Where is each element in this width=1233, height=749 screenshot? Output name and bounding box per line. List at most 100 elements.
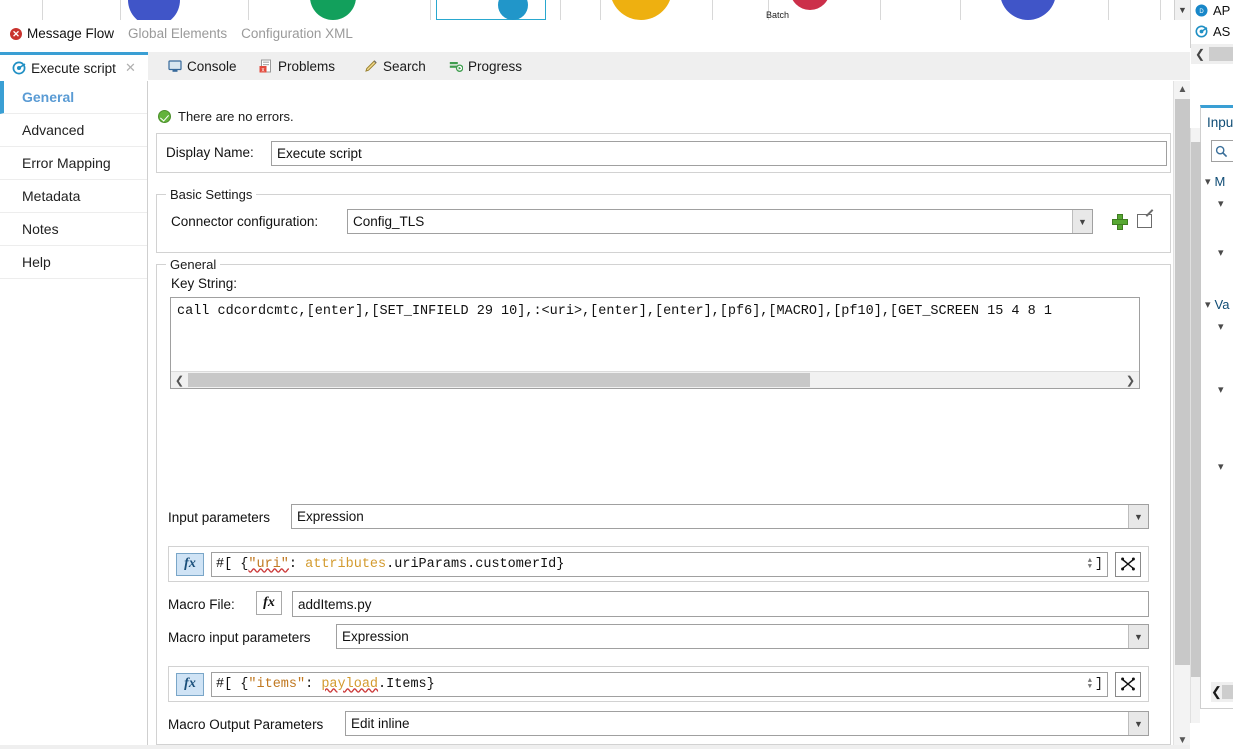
chevron-down-icon[interactable]: ▼ [1174,0,1190,20]
connector-configuration-label: Connector configuration: [171,214,319,229]
hscroll-track[interactable] [188,371,1122,388]
connector-icon [1195,25,1209,39]
scroll-left-icon[interactable]: ❮ [171,372,188,389]
chevron-down-icon[interactable]: ▾ [1218,246,1224,259]
error-handler-icon[interactable] [790,0,830,10]
scroll-up-icon[interactable]: ▲ [1174,81,1190,98]
macro-output-parameters-value: Edit inline [351,716,410,731]
canvas-lane-divider [120,0,121,20]
tab-message-flow-label: Message Flow [27,26,115,41]
chevron-down-icon[interactable]: ▼ [1128,625,1148,648]
connector-icon [12,61,26,75]
add-configuration-button[interactable] [1112,214,1128,230]
display-name-value: Execute script [277,146,362,161]
macro-input-parameters-select[interactable]: Expression ▼ [336,624,1149,649]
tab-execute-script[interactable]: Execute script ✕ [0,52,148,81]
macro-file-fx-button[interactable]: fx [256,591,282,615]
chevron-down-icon[interactable]: ▼ [1072,210,1092,233]
dock-collapse-track[interactable] [1209,47,1233,61]
basic-settings-group: Basic Settings Connector configuration: … [156,187,1171,253]
scroll-right-icon[interactable]: ❯ [1122,372,1139,389]
input-search-field[interactable] [1211,140,1233,162]
connector-configuration-select[interactable]: Config_TLS ▼ [347,209,1093,234]
flow-canvas-strip[interactable]: Batch ▼ [0,0,1190,20]
sidebar-item-error-mapping[interactable]: Error Mapping [0,147,147,180]
tab-configuration-xml[interactable]: Configuration XML [241,26,353,41]
tab-console[interactable]: Console [162,52,243,80]
dock-item-asset[interactable]: AS [1191,21,1233,42]
expression-stepper[interactable]: ▲ ▼ [1088,678,1092,691]
items-fx-toggle-button[interactable]: fx [176,672,204,696]
sidebar-item-advanced[interactable]: Advanced [0,114,147,147]
chevron-down-icon[interactable]: ▾ [1218,197,1224,210]
tab-progress-label: Progress [468,58,523,74]
sidebar-item-general[interactable]: General [0,81,147,114]
canvas-lane-divider [712,0,713,20]
sidebar-item-metadata[interactable]: Metadata [0,180,147,213]
sidebar-item-notes[interactable]: Notes [0,213,147,246]
tree-node-child-5[interactable]: ▾ [1218,460,1224,473]
items-datasense-button[interactable] [1115,671,1141,697]
general-group-title: General [166,257,221,272]
chevron-left-icon[interactable]: ❮ [1211,684,1222,700]
fx-label: fx [184,676,196,691]
close-icon[interactable]: ✕ [125,60,136,76]
tree-node-message[interactable]: ▾ M [1205,174,1225,189]
key-string-hscrollbar[interactable]: ❮ ❯ [171,371,1139,388]
tree-node-child-4[interactable]: ▾ [1218,383,1224,396]
tree-node-child-2[interactable]: ▾ [1218,246,1224,259]
expr-key: "items" [248,676,306,692]
uri-expression-input[interactable]: #[ {"uri": attributes.uriParams.customer… [211,551,1108,577]
macro-output-parameters-select[interactable]: Edit inline ▼ [345,711,1149,736]
tab-search-label: Search [383,58,426,74]
edit-configuration-button[interactable] [1137,214,1152,228]
tree-node-variables[interactable]: ▾ Va [1205,297,1229,312]
uri-fx-toggle-button[interactable]: fx [176,552,204,576]
uri-datasense-button[interactable] [1115,551,1141,577]
key-string-textarea[interactable]: call cdcordcmtc,[enter],[SET_INFIELD 29 … [170,297,1140,389]
macro-file-input[interactable]: addItems.py [292,591,1149,617]
sidebar-item-help[interactable]: Help [0,246,147,279]
input-parameters-value: Expression [297,509,364,524]
hscroll-thumb[interactable] [188,372,810,387]
vscroll-thumb[interactable] [1175,99,1190,665]
chevron-down-icon[interactable]: ▾ [1205,298,1211,311]
tab-search[interactable]: Search [358,52,432,80]
tab-problems[interactable]: x Problems [253,52,341,80]
form-vscrollbar[interactable]: ▲ ▼ [1173,81,1190,749]
dock-item-api[interactable]: D AP [1191,0,1233,21]
tab-console-label: Console [187,58,237,74]
dock-left-scrollbar[interactable] [1190,128,1201,723]
chevron-down-icon[interactable]: ▾ [1205,175,1211,188]
sidebar-item-general-label: General [22,89,75,105]
chevron-left-icon[interactable]: ❮ [1191,47,1209,61]
selected-element-outline[interactable] [436,0,546,20]
http-listener-icon[interactable] [128,0,180,20]
tab-progress[interactable]: Progress [443,52,528,80]
tab-message-flow[interactable]: ✕ Message Flow [10,26,114,41]
dock-scroll-thumb[interactable] [1191,142,1201,677]
dock-collapse-bar[interactable]: ❮ [1191,44,1233,64]
fx-label: fx [263,595,275,610]
logger-icon[interactable] [1000,0,1056,20]
tab-global-elements[interactable]: Global Elements [128,26,227,41]
input-parameters-label: Input parameters [168,510,271,525]
display-name-input[interactable]: Execute script [271,141,1167,166]
items-expression-input[interactable]: #[ {"items": payload.Items} ▲ ▼ ] [211,671,1108,697]
tree-node-child-1[interactable]: ▾ [1218,197,1224,210]
chevron-down-icon[interactable]: ▾ [1218,460,1224,473]
chevron-down-icon[interactable]: ▼ [1128,505,1148,528]
chevron-down-icon[interactable]: ▾ [1218,320,1224,333]
chevron-down-icon[interactable]: ▾ [1218,383,1224,396]
tab-execute-script-label: Execute script [31,60,116,76]
dock-bottom-track[interactable] [1221,685,1233,699]
tree-node-child-3[interactable]: ▾ [1218,320,1224,333]
expr-prefix: #[ { [216,676,249,692]
expression-stepper[interactable]: ▲ ▼ [1088,558,1092,571]
chevron-down-icon[interactable]: ▼ [1128,712,1148,735]
flow-ref-icon[interactable] [310,0,356,20]
tab-problems-label: Problems [278,58,336,74]
dock-bottom-collapse-bar[interactable]: ❮ [1211,682,1233,702]
transform-icon[interactable] [610,0,672,20]
input-parameters-select[interactable]: Expression ▼ [291,504,1149,529]
